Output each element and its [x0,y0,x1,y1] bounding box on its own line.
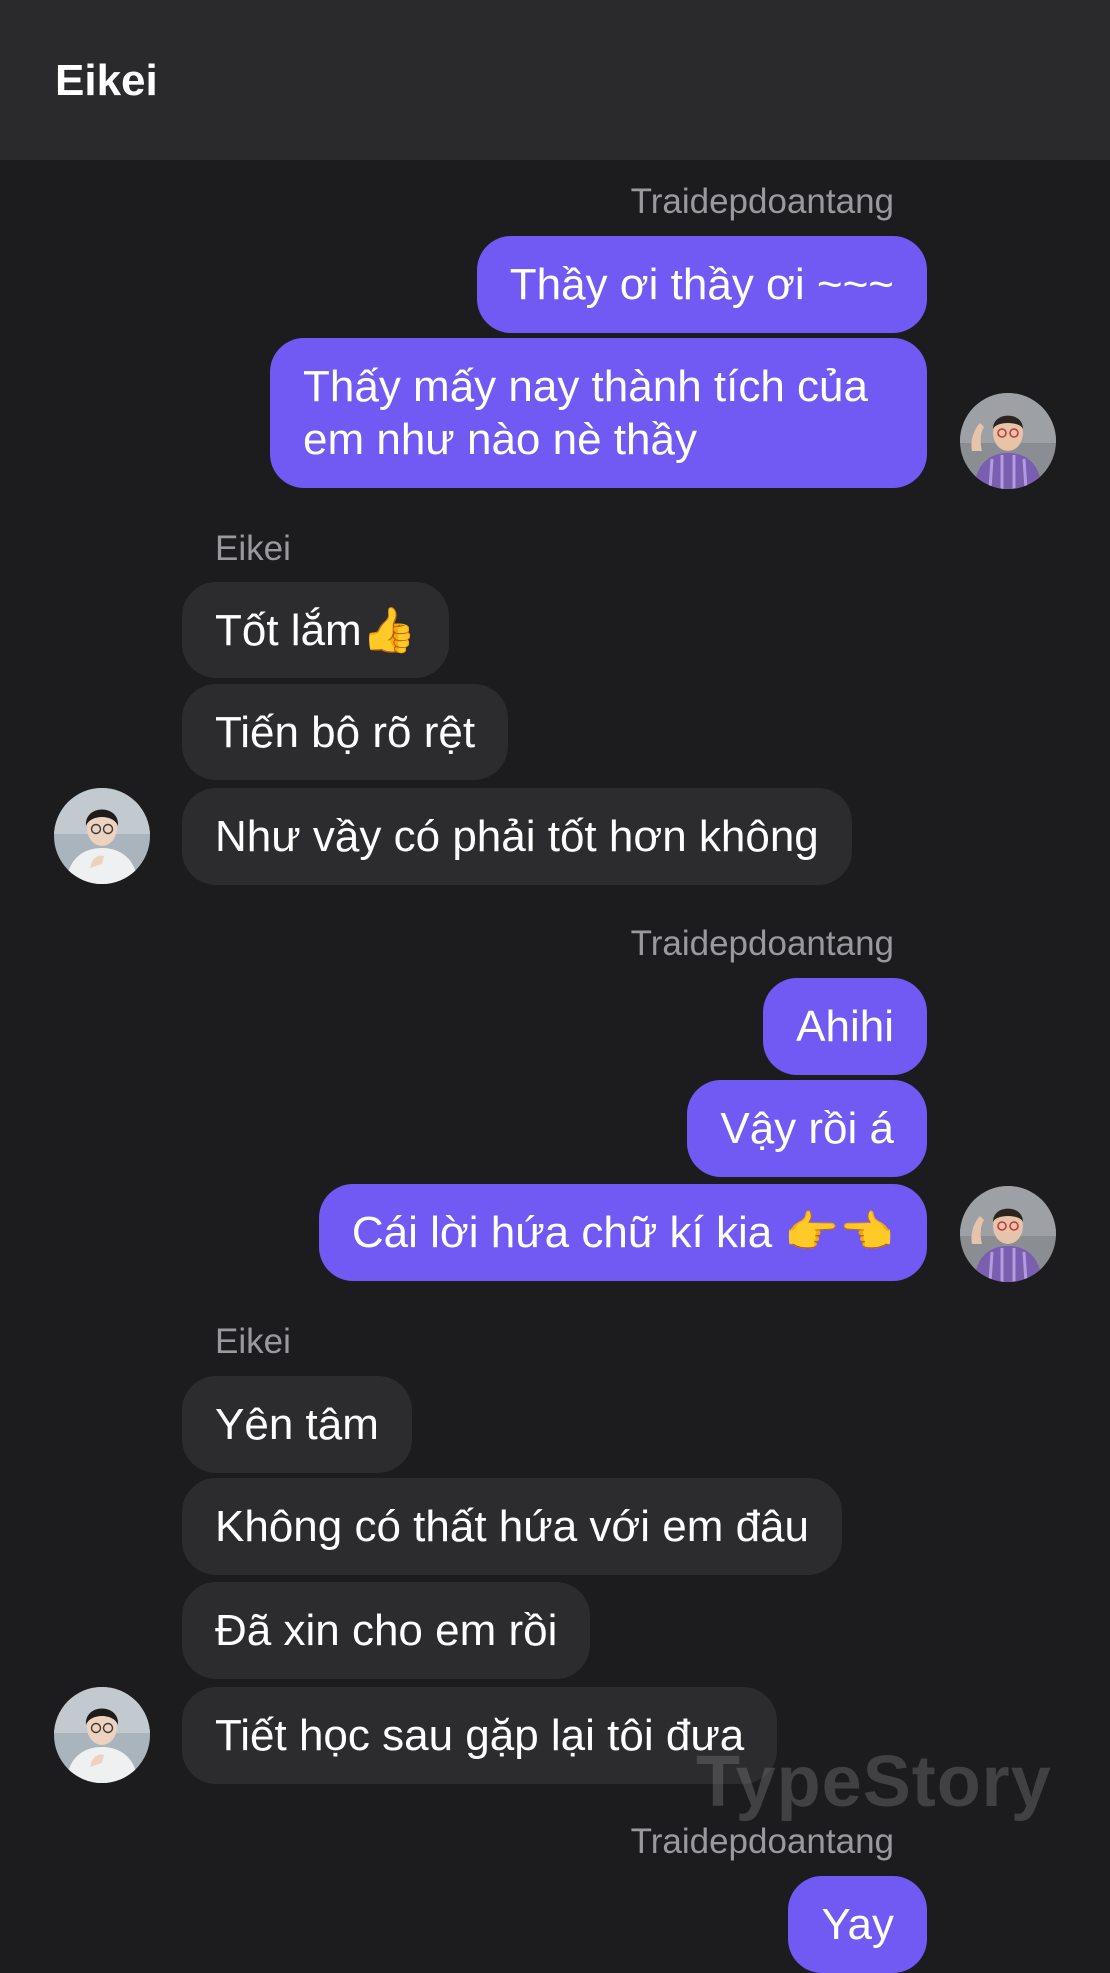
chat-header: Eikei [0,0,1110,160]
message-text: em như nào nè thầy [303,415,697,464]
avatar-white-shirt-icon [54,788,150,884]
message-text: Tốt lắm👍 [215,606,417,655]
chat-title: Eikei [55,56,158,105]
incoming-message-bubble[interactable]: Tốt lắm👍 [182,582,450,678]
outgoing-message-bubble[interactable]: Thấy mấy nay thành tích của em như nào n… [270,338,927,488]
incoming-message-bubble[interactable]: Yên tâm [182,1376,412,1473]
message-text: Cái lời hứa chữ kí kia 👉👈 [351,1208,894,1257]
incoming-user-avatar[interactable] [54,1687,150,1783]
incoming-message-bubble[interactable]: Không có thất hứa với em đâu [182,1478,842,1575]
message-text: Thấy mấy nay thành tích của [303,362,868,411]
message-text: Ahihi [796,1002,894,1051]
avatar-purple-shirt-icon [960,393,1056,489]
outgoing-user-avatar[interactable] [960,1186,1056,1282]
outgoing-message-bubble[interactable]: Vậy rồi á [687,1080,927,1177]
sender-name: Traidepdoantang [630,1822,894,1861]
message-text: Tiến bộ rõ rệt [215,708,476,757]
message-text: Yên tâm [215,1400,379,1449]
outgoing-message-bubble[interactable]: Thầy ơi thầy ơi ~~~ [476,236,927,333]
message-text: Đã xin cho em rồi [215,1606,558,1655]
sender-name: Eikei [215,1322,291,1361]
sender-name: Eikei [215,529,291,568]
outgoing-message-bubble[interactable]: Ahihi [763,978,927,1075]
outgoing-message-bubble[interactable]: Cái lời hứa chữ kí kia 👉👈 [318,1184,927,1281]
outgoing-user-avatar[interactable] [960,393,1056,489]
incoming-message-bubble[interactable]: Đã xin cho em rồi [182,1582,591,1679]
incoming-message-bubble[interactable]: Như vầy có phải tốt hơn không [182,788,852,885]
sender-name: Traidepdoantang [630,924,894,963]
message-text: Không có thất hứa với em đâu [215,1502,809,1551]
incoming-user-avatar[interactable] [54,788,150,884]
outgoing-message-bubble[interactable]: Yay [788,1876,927,1973]
avatar-white-shirt-icon [54,1687,150,1783]
message-text: Tiết học sau gặp lại tôi đưa [215,1711,745,1760]
message-text: Yay [821,1900,894,1949]
incoming-message-bubble[interactable]: Tiến bộ rõ rệt [182,684,509,780]
typestory-watermark: TypeStory [696,1742,1052,1822]
incoming-message-bubble[interactable]: Tiết học sau gặp lại tôi đưa [182,1687,778,1784]
avatar-purple-shirt-icon [960,1186,1056,1282]
message-text: Thầy ơi thầy ơi ~~~ [509,260,894,309]
message-text: Như vầy có phải tốt hơn không [215,812,819,861]
sender-name: Traidepdoantang [630,182,894,221]
message-text: Vậy rồi á [720,1104,894,1153]
